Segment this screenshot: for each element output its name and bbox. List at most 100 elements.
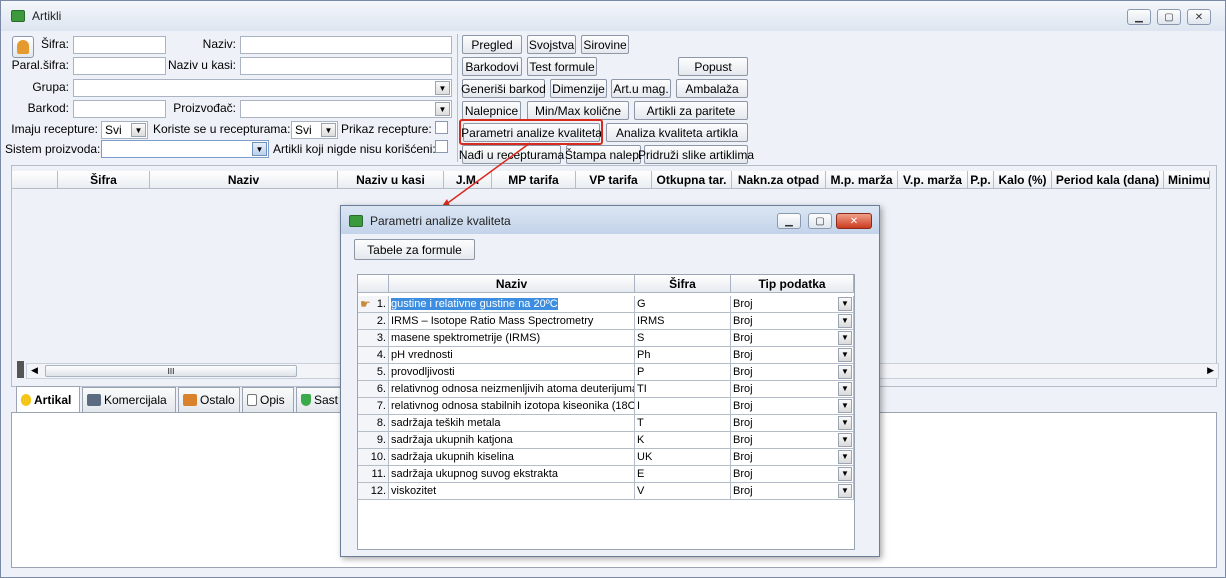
chevron-down-icon[interactable]: ▼ xyxy=(838,416,852,430)
naziv-cell[interactable]: sadržaja ukupnih kiselina xyxy=(389,449,635,466)
row-number-text: 1. xyxy=(376,298,386,310)
row-number: 4. xyxy=(358,347,389,364)
tip-podatka-value: Broj xyxy=(733,366,753,378)
table-row[interactable]: 3. masene spektrometrije (IRMS) S Broj ▼ xyxy=(358,330,854,347)
naziv-cell[interactable]: IRMS – Isotope Ratio Mass Spectrometry xyxy=(389,313,635,330)
tip-podatka-dropdown[interactable]: Broj ▼ xyxy=(731,381,854,398)
tip-podatka-value: Broj xyxy=(733,383,753,395)
sifra-cell[interactable]: T xyxy=(635,415,731,432)
naziv-cell[interactable]: masene spektrometrije (IRMS) xyxy=(389,330,635,347)
tip-podatka-value: Broj xyxy=(733,349,753,361)
parametri-dialog: Parametri analize kvaliteta ▁ ▢ ✕ Tabele… xyxy=(340,205,880,557)
table-row[interactable]: 4. pH vrednosti Ph Broj ▼ xyxy=(358,347,854,364)
naziv-text: sadržaja ukupnog suvog ekstrakta xyxy=(391,468,558,480)
naziv-cell[interactable]: relativnog odnosa neizmenljivih atoma de… xyxy=(389,381,635,398)
table-row[interactable]: 2. IRMS – Isotope Ratio Mass Spectrometry… xyxy=(358,313,854,330)
table-row[interactable]: 8. sadržaja teških metala T Broj ▼ xyxy=(358,415,854,432)
chevron-down-icon[interactable]: ▼ xyxy=(838,382,852,396)
chevron-down-icon[interactable]: ▼ xyxy=(838,433,852,447)
chevron-down-icon[interactable]: ▼ xyxy=(838,297,852,311)
chevron-down-icon[interactable]: ▼ xyxy=(838,365,852,379)
tip-podatka-dropdown[interactable]: Broj ▼ xyxy=(731,466,854,483)
column-header-sifra[interactable]: Šifra xyxy=(635,275,731,293)
chevron-down-icon[interactable]: ▼ xyxy=(838,399,852,413)
tip-podatka-value: Broj xyxy=(733,451,753,463)
tip-podatka-dropdown[interactable]: Broj ▼ xyxy=(731,330,854,347)
dialog-title: Parametri analize kvaliteta xyxy=(370,214,511,228)
table-row[interactable]: 11. sadržaja ukupnog suvog ekstrakta E Broj… xyxy=(358,466,854,483)
column-header-tip[interactable]: Tip podatka xyxy=(731,275,854,293)
sifra-cell[interactable]: K xyxy=(635,432,731,449)
tip-podatka-value: Broj xyxy=(733,485,753,497)
table-row[interactable]: 10. sadržaja ukupnih kiselina UK Broj ▼ xyxy=(358,449,854,466)
column-header-naziv[interactable]: Naziv xyxy=(389,275,635,293)
naziv-text: pH vrednosti xyxy=(391,349,453,361)
naziv-text: sadržaja teških metala xyxy=(391,417,501,429)
row-number-text: 8. xyxy=(376,417,386,429)
sifra-cell[interactable]: Ph xyxy=(635,347,731,364)
sifra-cell[interactable]: V xyxy=(635,483,731,500)
close-icon: ✕ xyxy=(849,215,859,227)
naziv-cell[interactable]: sadržaja ukupnih katjona xyxy=(389,432,635,449)
naziv-text: provodljivosti xyxy=(391,366,455,378)
naziv-cell[interactable]: pH vrednosti xyxy=(389,347,635,364)
row-number: 7. xyxy=(358,398,389,415)
chevron-down-icon[interactable]: ▼ xyxy=(838,314,852,328)
tip-podatka-dropdown[interactable]: Broj ▼ xyxy=(731,432,854,449)
row-number-text: 4. xyxy=(376,349,386,361)
sifra-cell[interactable]: E xyxy=(635,466,731,483)
pointer-hand-icon: ☛ xyxy=(360,297,371,311)
tip-podatka-dropdown[interactable]: Broj ▼ xyxy=(731,483,854,500)
sifra-cell[interactable]: TI xyxy=(635,381,731,398)
chevron-down-icon[interactable]: ▼ xyxy=(838,450,852,464)
dialog-close-button[interactable]: ✕ xyxy=(836,213,872,229)
sifra-cell[interactable]: P xyxy=(635,364,731,381)
sifra-cell[interactable]: I xyxy=(635,398,731,415)
tip-podatka-dropdown[interactable]: Broj ▼ xyxy=(731,415,854,432)
sifra-cell[interactable]: S xyxy=(635,330,731,347)
naziv-cell[interactable]: gustine i relativne gustine na 20ºC xyxy=(389,296,635,313)
tip-podatka-value: Broj xyxy=(733,315,753,327)
dialog-minimize-button[interactable]: ▁ xyxy=(777,213,801,229)
tip-podatka-dropdown[interactable]: Broj ▼ xyxy=(731,313,854,330)
naziv-cell[interactable]: provodljivosti xyxy=(389,364,635,381)
tip-podatka-value: Broj xyxy=(733,332,753,344)
tip-podatka-dropdown[interactable]: Broj ▼ xyxy=(731,364,854,381)
naziv-text: viskozitet xyxy=(391,485,437,497)
row-number-text: 12. xyxy=(370,485,386,497)
tip-podatka-value: Broj xyxy=(733,434,753,446)
chevron-down-icon[interactable]: ▼ xyxy=(838,467,852,481)
naziv-cell[interactable]: sadržaja teških metala xyxy=(389,415,635,432)
sifra-cell[interactable]: UK xyxy=(635,449,731,466)
naziv-cell[interactable]: relativnog odnosa stabilnih izotopa kise… xyxy=(389,398,635,415)
table-row[interactable]: ☛ 1. gustine i relativne gustine na 20ºC G B… xyxy=(358,296,854,313)
table-row[interactable]: 5. provodljivosti P Broj ▼ xyxy=(358,364,854,381)
naziv-text: sadržaja ukupnih kiselina xyxy=(391,451,514,463)
chevron-down-icon[interactable]: ▼ xyxy=(838,331,852,345)
app-icon xyxy=(349,215,363,227)
dialog-maximize-button[interactable]: ▢ xyxy=(808,213,832,229)
row-number-text: 9. xyxy=(376,434,386,446)
table-row[interactable]: 7. relativnog odnosa stabilnih izotopa ki… xyxy=(358,398,854,415)
chevron-down-icon[interactable]: ▼ xyxy=(838,484,852,498)
tip-podatka-dropdown[interactable]: Broj ▼ xyxy=(731,398,854,415)
row-number: 5. xyxy=(358,364,389,381)
row-indicator-header xyxy=(358,275,389,293)
sifra-cell[interactable]: G xyxy=(635,296,731,313)
tip-podatka-dropdown[interactable]: Broj ▼ xyxy=(731,347,854,364)
naziv-cell[interactable]: sadržaja ukupnog suvog ekstrakta xyxy=(389,466,635,483)
naziv-cell[interactable]: viskozitet xyxy=(389,483,635,500)
chevron-down-icon[interactable]: ▼ xyxy=(838,348,852,362)
tabele-za-formule-button[interactable]: Tabele za formule xyxy=(354,239,475,260)
table-row[interactable]: 12. viskozitet V Broj ▼ xyxy=(358,483,854,500)
parameters-table[interactable]: Naziv Šifra Tip podatka ☛ 1. gustine i rel… xyxy=(357,274,855,550)
row-number-text: 7. xyxy=(376,400,386,412)
tip-podatka-dropdown[interactable]: Broj ▼ xyxy=(731,296,854,313)
sifra-cell[interactable]: IRMS xyxy=(635,313,731,330)
row-number: 12. xyxy=(358,483,389,500)
table-row[interactable]: 9. sadržaja ukupnih katjona K Broj ▼ xyxy=(358,432,854,449)
tip-podatka-dropdown[interactable]: Broj ▼ xyxy=(731,449,854,466)
table-row[interactable]: 6. relativnog odnosa neizmenljivih atoma … xyxy=(358,381,854,398)
maximize-icon: ▢ xyxy=(815,215,825,227)
row-number: 6. xyxy=(358,381,389,398)
